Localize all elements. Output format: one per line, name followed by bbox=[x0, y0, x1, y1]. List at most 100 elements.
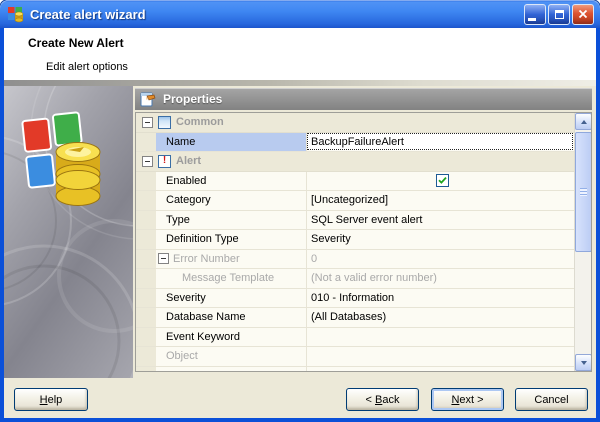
row-gutter bbox=[136, 269, 156, 288]
property-label-cell[interactable]: Object bbox=[156, 347, 306, 366]
property-label-cell[interactable]: Type bbox=[156, 211, 306, 230]
property-label: Definition Type bbox=[166, 233, 239, 246]
property-label: Type bbox=[166, 213, 190, 226]
app-icon bbox=[7, 6, 25, 23]
collapse-minus-icon[interactable] bbox=[142, 116, 153, 128]
cancel-button[interactable]: Cancel bbox=[515, 388, 588, 411]
property-label-cell[interactable]: Definition Type bbox=[156, 230, 306, 249]
property-row-category[interactable]: Category [Uncategorized] bbox=[136, 191, 574, 211]
checkmark-icon bbox=[438, 177, 447, 185]
chevron-down-icon bbox=[580, 360, 587, 365]
property-row-message-template[interactable]: Message Template (Not a valid error numbe… bbox=[136, 269, 574, 289]
property-value: 010 - Information bbox=[311, 291, 395, 304]
group-row-common[interactable]: Common bbox=[136, 113, 574, 133]
collapse-minus-icon[interactable] bbox=[142, 155, 153, 167]
property-row-database-name[interactable]: Database Name (All Databases) bbox=[136, 308, 574, 328]
maximize-icon bbox=[554, 9, 564, 19]
property-value: 0 bbox=[311, 252, 318, 265]
property-label-cell[interactable]: Severity bbox=[156, 289, 306, 308]
close-button[interactable] bbox=[572, 3, 594, 25]
property-label: Event Keyword bbox=[166, 330, 240, 343]
property-value-cell[interactable]: 0 bbox=[306, 249, 574, 268]
property-value-cell[interactable]: 010 - Information bbox=[306, 288, 574, 307]
window-title: Create alert wizard bbox=[30, 6, 146, 22]
property-label: Counter bbox=[166, 370, 205, 371]
property-label-cell[interactable]: Enabled bbox=[156, 172, 306, 191]
property-value: Severity bbox=[311, 233, 351, 246]
row-gutter bbox=[136, 230, 156, 249]
minimize-icon bbox=[528, 17, 536, 21]
row-gutter bbox=[136, 347, 156, 366]
property-label-cell[interactable]: Database Name bbox=[156, 308, 306, 327]
property-row-counter[interactable]: Counter bbox=[136, 366, 574, 371]
property-value-cell[interactable]: (All Databases) bbox=[306, 308, 574, 327]
window-frame bbox=[0, 418, 600, 422]
property-value: (All Databases) bbox=[311, 311, 387, 324]
row-gutter bbox=[136, 191, 156, 210]
row-gutter bbox=[136, 132, 156, 151]
property-label-cell[interactable]: Name bbox=[156, 132, 306, 151]
sql-manager-logo bbox=[4, 86, 133, 378]
row-gutter bbox=[136, 288, 156, 307]
name-edit-field[interactable]: BackupFailureAlert bbox=[307, 133, 573, 151]
property-value-cell[interactable] bbox=[306, 347, 574, 366]
property-row-object[interactable]: Object bbox=[136, 347, 574, 367]
property-row-enabled[interactable]: Enabled bbox=[136, 171, 574, 191]
wizard-banner bbox=[4, 86, 133, 378]
property-row-error-number[interactable]: Error Number 0 bbox=[136, 249, 574, 269]
property-value-cell[interactable] bbox=[306, 366, 574, 371]
property-value: BackupFailureAlert bbox=[311, 135, 404, 148]
group-row-alert[interactable]: Alert bbox=[136, 152, 574, 172]
window-frame bbox=[0, 26, 4, 422]
property-value-cell[interactable] bbox=[306, 171, 574, 190]
property-label-cell[interactable]: Category bbox=[156, 191, 306, 210]
properties-title: Properties bbox=[163, 92, 223, 106]
scrollbar-thumb[interactable] bbox=[575, 132, 591, 252]
property-label-cell[interactable]: Error Number bbox=[156, 250, 306, 269]
maximize-button[interactable] bbox=[548, 3, 570, 25]
scroll-up-button[interactable] bbox=[575, 113, 591, 130]
property-value-cell[interactable]: Severity bbox=[306, 230, 574, 249]
vertical-scrollbar[interactable] bbox=[574, 113, 591, 371]
property-value-cell[interactable]: (Not a valid error number) bbox=[306, 269, 574, 288]
help-button[interactable]: Help bbox=[14, 388, 88, 411]
group-label: Alert bbox=[176, 155, 202, 168]
property-value: [Uncategorized] bbox=[311, 194, 389, 207]
property-label: Message Template bbox=[182, 272, 275, 285]
property-row-event-keyword[interactable]: Event Keyword bbox=[136, 327, 574, 347]
property-label-cell[interactable]: Message Template bbox=[156, 269, 306, 288]
property-row-definition-type[interactable]: Definition Type Severity bbox=[136, 230, 574, 250]
property-value-cell[interactable] bbox=[306, 327, 574, 346]
property-label-cell[interactable]: Event Keyword bbox=[156, 328, 306, 347]
titlebar[interactable]: Create alert wizard bbox=[0, 0, 600, 28]
property-row-type[interactable]: Type SQL Server event alert bbox=[136, 210, 574, 230]
close-icon bbox=[578, 9, 588, 19]
property-label-cell[interactable]: Counter bbox=[156, 367, 306, 371]
property-label: Category bbox=[166, 194, 211, 207]
row-gutter bbox=[136, 308, 156, 327]
row-gutter bbox=[136, 210, 156, 229]
enabled-checkbox[interactable] bbox=[436, 174, 449, 188]
page-subtitle: Edit alert options bbox=[46, 61, 128, 73]
property-value-cell[interactable]: BackupFailureAlert bbox=[306, 132, 574, 151]
property-label: Database Name bbox=[166, 311, 246, 324]
warning-icon bbox=[158, 154, 171, 168]
property-value: (Not a valid error number) bbox=[311, 272, 437, 285]
row-gutter bbox=[136, 249, 156, 268]
page-icon bbox=[158, 115, 171, 129]
next-button[interactable]: Next > bbox=[431, 388, 504, 411]
property-value-cell[interactable]: [Uncategorized] bbox=[306, 191, 574, 210]
back-button[interactable]: < Back bbox=[346, 388, 419, 411]
property-label: Enabled bbox=[166, 174, 207, 187]
collapse-minus-icon[interactable] bbox=[158, 253, 169, 265]
chevron-up-icon bbox=[580, 119, 587, 124]
property-value-cell[interactable]: SQL Server event alert bbox=[306, 210, 574, 229]
property-row-severity[interactable]: Severity 010 - Information bbox=[136, 288, 574, 308]
create-alert-wizard-dialog: Create alert wizard Create New Alert Edi… bbox=[0, 0, 600, 422]
scroll-down-button[interactable] bbox=[575, 354, 591, 371]
property-value: SQL Server event alert bbox=[311, 213, 423, 226]
properties-grid[interactable]: Common Name BackupFailureAlert Alert Enabled… bbox=[135, 112, 592, 372]
property-row-name[interactable]: Name BackupFailureAlert bbox=[136, 132, 574, 152]
minimize-button[interactable] bbox=[524, 3, 546, 25]
scrollbar-grip-icon bbox=[580, 188, 587, 196]
